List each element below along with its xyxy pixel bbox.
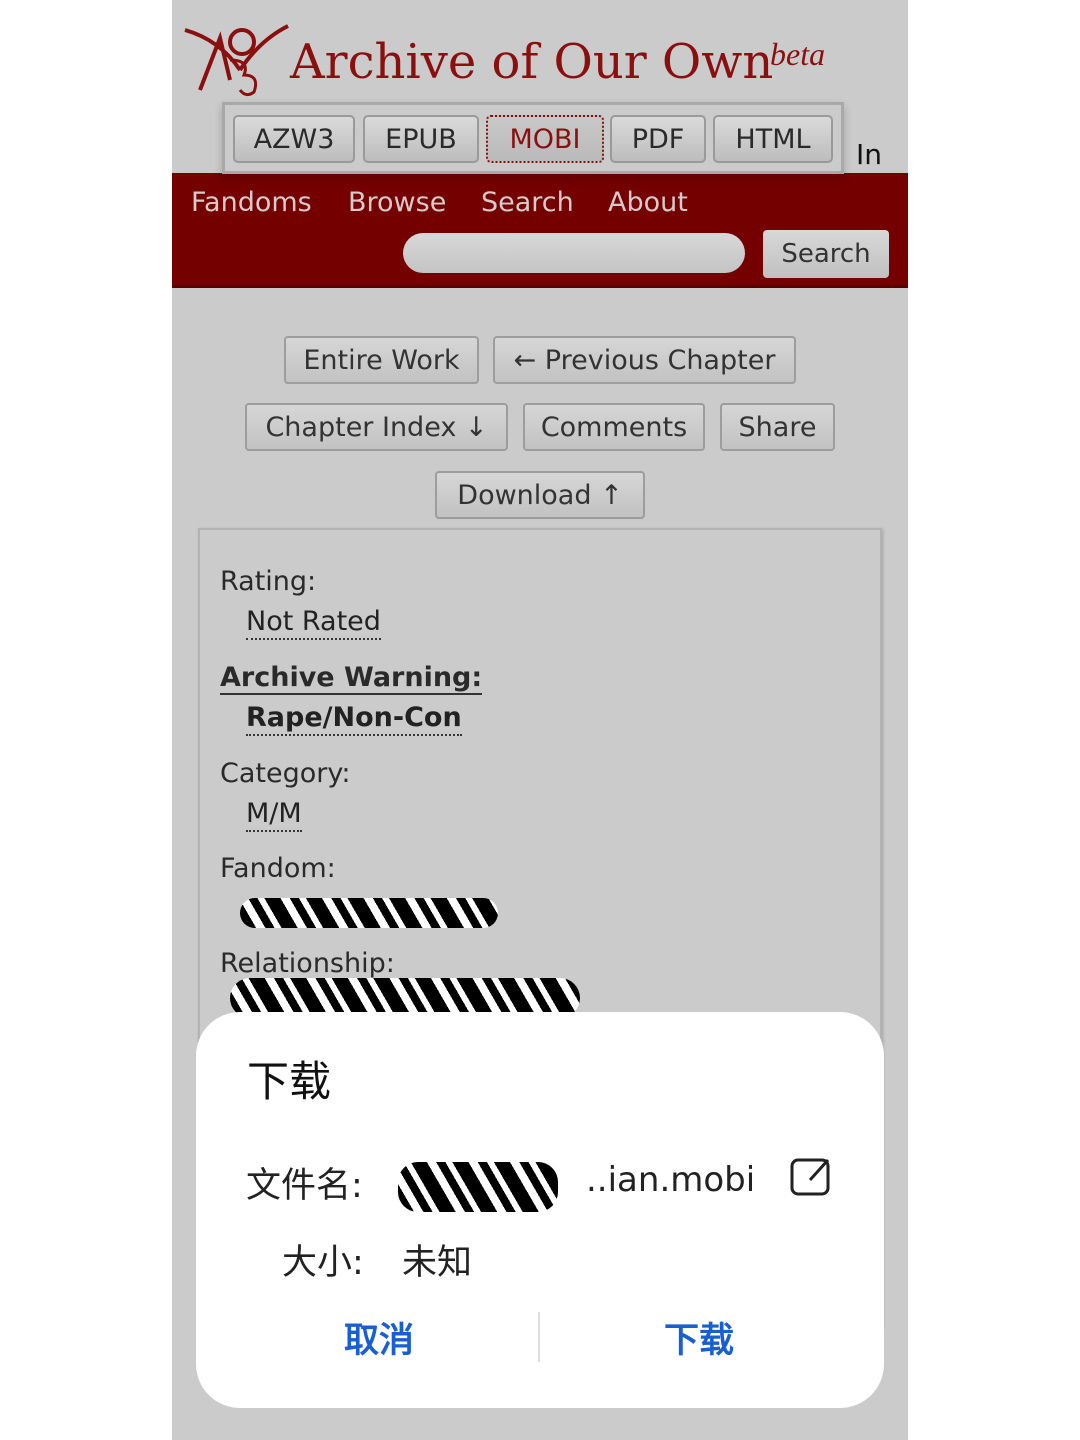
archive-warning-label[interactable]: Archive Warning: [220, 662, 483, 695]
dialog-title: 下载 [247, 1057, 332, 1106]
nav-fandoms[interactable]: Fandoms [191, 187, 312, 218]
ao3-logo-icon[interactable] [180, 20, 292, 100]
format-epub[interactable]: EPUB [363, 115, 479, 163]
format-html[interactable]: HTML [713, 115, 833, 163]
download-button[interactable]: Download ↑ [435, 471, 645, 519]
rating-label: Rating: [220, 566, 317, 597]
browser-screen: Archive of Our Own beta AZW3 EPUB MOBI P… [172, 0, 908, 1440]
entire-work-button[interactable]: Entire Work [284, 336, 479, 384]
beta-label: beta [770, 36, 826, 72]
share-button[interactable]: Share [720, 403, 835, 451]
nav-search[interactable]: Search [481, 187, 574, 218]
previous-chapter-button[interactable]: ← Previous Chapter [493, 336, 796, 384]
nav-browse[interactable]: Browse [348, 187, 446, 218]
format-mobi[interactable]: MOBI [486, 115, 604, 163]
rating-tag[interactable]: Not Rated [246, 606, 381, 640]
category-tag[interactable]: M/M [246, 798, 302, 832]
warning-tag[interactable]: Rape/Non-Con [246, 702, 462, 736]
edit-filename-icon[interactable] [790, 1156, 832, 1198]
site-title[interactable]: Archive of Our Own [290, 34, 773, 90]
relationship-label: Relationship: [220, 948, 395, 979]
category-label: Category: [220, 758, 351, 789]
nav-about[interactable]: About [608, 187, 688, 218]
redacted-filename-scribble [398, 1162, 558, 1212]
filename-label: 文件名: [246, 1166, 363, 1206]
format-pdf[interactable]: PDF [610, 115, 706, 163]
format-azw3[interactable]: AZW3 [233, 115, 355, 163]
comments-button[interactable]: Comments [523, 403, 705, 451]
button-divider [538, 1312, 540, 1362]
login-link[interactable]: In [856, 138, 882, 171]
redacted-fandom-scribble [240, 898, 498, 928]
chapter-index-button[interactable]: Chapter Index ↓ [245, 403, 508, 451]
size-value: 未知 [402, 1243, 473, 1283]
primary-navigation: Fandoms Browse Search About Search [172, 173, 908, 288]
fandom-label: Fandom: [220, 853, 336, 884]
size-label: 大小: [282, 1243, 364, 1283]
search-input[interactable] [403, 233, 745, 273]
confirm-download-button[interactable]: 下载 [664, 1312, 734, 1363]
filename-value: ..ian.mobi [586, 1160, 756, 1200]
download-format-menu: AZW3 EPUB MOBI PDF HTML [222, 102, 844, 174]
download-dialog: 下载 文件名: ..ian.mobi 大小: 未知 取消 下载 [196, 1012, 884, 1408]
search-button[interactable]: Search [763, 230, 889, 278]
cancel-button[interactable]: 取消 [344, 1312, 414, 1363]
